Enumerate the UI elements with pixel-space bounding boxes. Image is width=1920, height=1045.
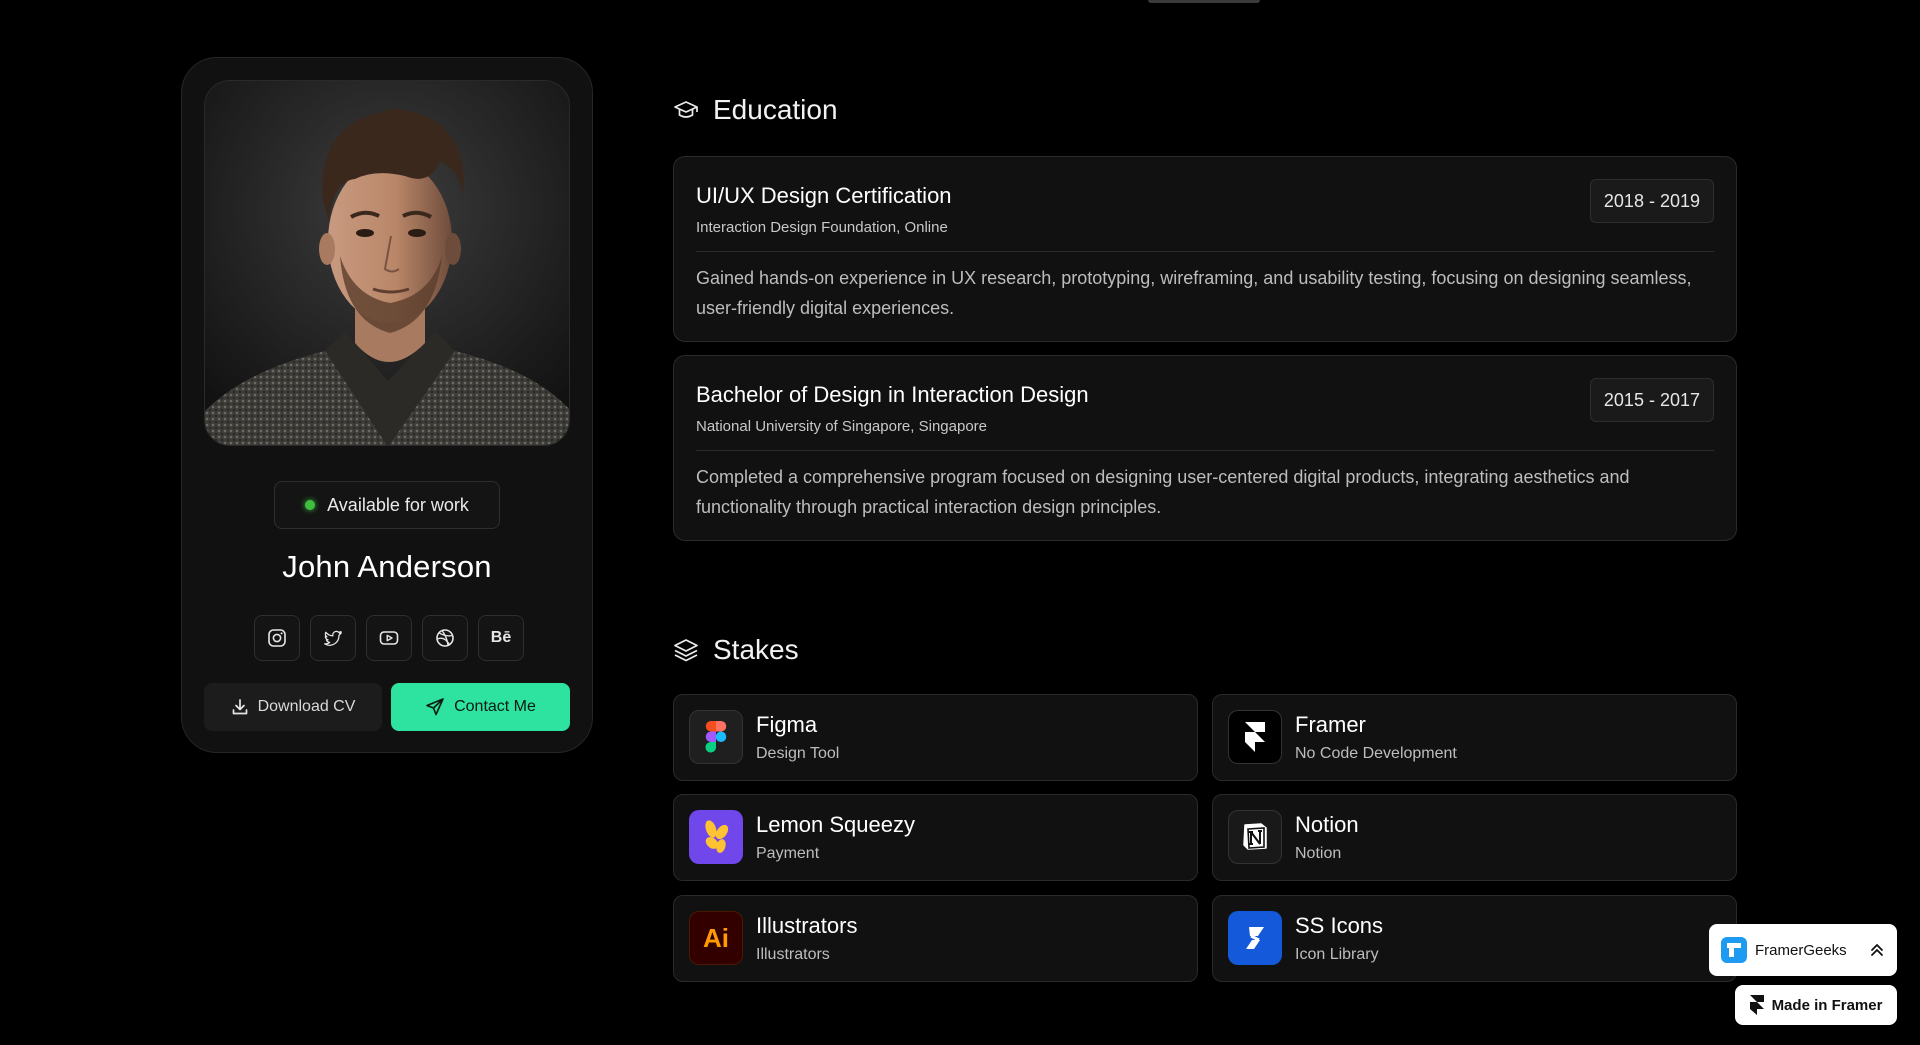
stack-card-illustrators[interactable]: Ai Illustrators Illustrators [673,895,1198,982]
stack-subtitle: Illustrators [756,946,830,963]
stack-subtitle: Payment [756,845,820,862]
education-divider [696,450,1714,451]
notion-icon [1228,810,1282,864]
stack-name: Notion [1295,812,1359,837]
availability-label: Available for work [327,494,469,515]
behance-icon: Bē [490,629,512,646]
education-description: Completed a comprehensive program focuse… [696,467,1630,517]
twitter-link[interactable] [310,615,356,661]
education-card: UI/UX Design Certification Interaction D… [673,156,1737,342]
education-years: 2015 - 2017 [1589,378,1714,422]
stack-name: SS Icons [1295,913,1384,938]
profile-card: Available for work John Anderson Bē Down… [181,57,593,753]
figma-icon [689,710,743,764]
chevrons-up-icon [1871,944,1883,956]
illustrator-logo-text: Ai [703,922,729,953]
stack-name: Illustrators [756,913,858,938]
send-icon [426,698,444,716]
stack-subtitle: No Code Development [1295,745,1457,762]
education-degree: Bachelor of Design in Interaction Design [696,382,1089,407]
stack-name: Figma [756,712,818,737]
framer-icon [1228,710,1282,764]
education-title: Education [713,94,838,125]
stack-name: Lemon Squeezy [756,812,915,837]
download-cv-button[interactable]: Download CV [204,683,382,731]
contact-me-label: Contact Me [454,698,536,715]
dribbble-icon [436,629,454,647]
education-institution: National University of Singapore, Singap… [696,418,987,435]
download-icon [232,699,247,715]
status-dot-icon [305,500,316,510]
education-description: Gained hands-on experience in UX researc… [696,268,1692,318]
education-institution: Interaction Design Foundation, Online [696,219,948,236]
stack-subtitle: Notion [1295,845,1342,862]
stakes-title: Stakes [713,634,799,665]
instagram-icon [268,629,286,647]
download-cv-label: Download CV [257,698,356,715]
education-degree: UI/UX Design Certification [696,183,952,208]
profile-photo [204,80,570,446]
education-divider [696,251,1714,252]
stack-card-notion[interactable]: Notion Notion [1212,794,1737,881]
education-card: Bachelor of Design in Interaction Design… [673,355,1737,541]
top-scroll-pill [1148,0,1260,3]
education-years: 2018 - 2019 [1589,179,1714,223]
framergeeks-badge[interactable]: FramerGeeks [1709,924,1897,976]
twitter-icon [324,630,342,646]
behance-link[interactable]: Bē [478,615,524,661]
stack-card-ss-icons[interactable]: SS Icons Icon Library [1212,895,1737,982]
framer-logo-icon [1749,995,1764,1015]
social-links: Bē [254,615,524,661]
layers-icon [674,639,698,662]
stack-subtitle: Design Tool [756,745,840,762]
framergeeks-label: FramerGeeks [1755,941,1847,959]
youtube-icon [379,631,399,645]
illustrator-icon: Ai [689,911,743,965]
youtube-link[interactable] [366,615,412,661]
contact-me-button[interactable]: Contact Me [391,683,570,731]
portrait-illustration [205,81,569,445]
graduation-cap-icon [674,101,698,118]
education-heading: Education [673,94,838,126]
profile-name: John Anderson [282,549,492,584]
made-in-framer-badge[interactable]: Made in Framer [1735,985,1897,1025]
stack-subtitle: Icon Library [1295,946,1379,963]
made-in-framer-label: Made in Framer [1771,996,1883,1014]
lemon-squeezy-icon [689,810,743,864]
stack-name: Framer [1295,712,1366,737]
dribbble-link[interactable] [422,615,468,661]
availability-badge: Available for work [274,481,500,529]
ss-icons-icon [1228,911,1282,965]
stack-card-figma[interactable]: Figma Design Tool [673,694,1198,781]
stakes-heading: Stakes [673,634,799,666]
framergeeks-logo-icon [1721,937,1747,963]
stack-card-framer[interactable]: Framer No Code Development [1212,694,1737,781]
instagram-link[interactable] [254,615,300,661]
stack-card-lemon-squeezy[interactable]: Lemon Squeezy Payment [673,794,1198,881]
